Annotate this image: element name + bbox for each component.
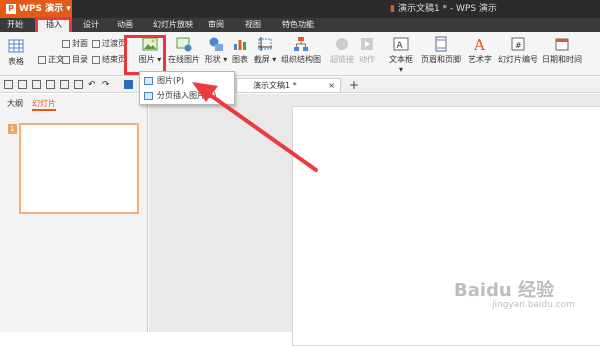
baidu-watermark-url: jingyan.baidu.com: [492, 300, 576, 310]
baidu-watermark-logo: Baidu 经验: [454, 280, 555, 301]
